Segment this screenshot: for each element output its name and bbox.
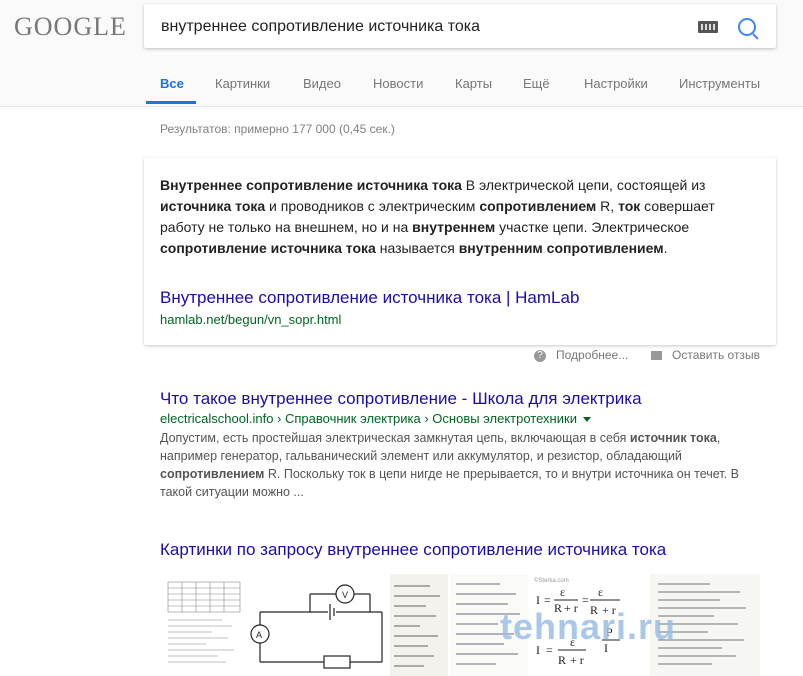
result-title[interactable]: Что такое внутреннее сопротивление - Шко…: [160, 389, 642, 409]
snippet-segment: .: [663, 240, 668, 256]
snippet-segment: внутреннем: [412, 219, 496, 235]
snippet-segment: Внутреннее сопротивление источника тока: [160, 177, 462, 193]
tab-news[interactable]: Новости: [373, 76, 423, 91]
result-description: Допустим, есть простейшая электрическая …: [160, 429, 770, 501]
svg-text:=: =: [544, 593, 551, 607]
snippet-text: Внутреннее сопротивление источника тока …: [160, 175, 750, 259]
feedback-link[interactable]: Оставить отзыв: [672, 348, 760, 368]
google-logo[interactable]: GOOGLE: [14, 12, 127, 42]
feedback-icon[interactable]: [651, 351, 662, 360]
tab-more[interactable]: Ещё: [523, 76, 550, 91]
tab-images[interactable]: Картинки: [215, 76, 270, 91]
active-tab-indicator: [146, 101, 196, 104]
snippet-segment: R,: [596, 198, 619, 214]
tab-settings[interactable]: Настройки: [584, 76, 648, 91]
snippet-segment: участке цепи. Электрическое: [495, 219, 690, 235]
svg-text:=: =: [582, 593, 589, 607]
header-bar: GOOGLE Все Картинки Видео Новости Карты …: [0, 0, 803, 107]
result-desc-segment: Допустим, есть простейшая электрическая …: [160, 431, 630, 445]
snippet-segment: внутренним сопротивлением: [458, 240, 664, 256]
result-desc-segment: сопротивлением: [160, 467, 265, 481]
tab-video[interactable]: Видео: [303, 76, 341, 91]
svg-text:A: A: [256, 630, 262, 640]
images-header[interactable]: Картинки по запросу внутреннее сопротивл…: [160, 540, 666, 560]
image-thumb-1[interactable]: [162, 574, 248, 676]
snippet-segment: источника тока: [160, 198, 266, 214]
featured-snippet: Внутреннее сопротивление источника тока …: [144, 158, 776, 345]
result-desc-segment: источник тока: [629, 431, 717, 445]
svg-text:+ r: + r: [570, 653, 584, 667]
search-icon[interactable]: [738, 18, 756, 36]
watermark: tehnari.ru: [500, 606, 677, 647]
result-stats: Результатов: примерно 177 000 (0,45 сек.…: [160, 122, 395, 136]
svg-text:ε: ε: [560, 585, 565, 599]
snippet-segment: ток: [618, 198, 641, 214]
svg-text:I: I: [536, 593, 540, 607]
svg-text:V: V: [342, 590, 348, 600]
image-thumb-3[interactable]: [390, 574, 448, 676]
snippet-segment: называется: [375, 240, 459, 256]
search-input[interactable]: [159, 4, 683, 50]
snippet-segment: и проводников с электрическим: [265, 198, 480, 214]
tab-all[interactable]: Все: [160, 76, 184, 91]
result-url-row: electricalschool.info › Справочник элект…: [160, 411, 591, 426]
tab-tools[interactable]: Инструменты: [679, 76, 760, 91]
snippet-url: hamlab.net/begun/vn_sopr.html: [160, 312, 342, 327]
formula-source: ©Sterka.com: [534, 577, 569, 584]
search-tabs: Все Картинки Видео Новости Карты Ещё Нас…: [0, 62, 803, 106]
svg-text:R: R: [558, 653, 566, 667]
keyboard-icon[interactable]: [698, 21, 718, 33]
more-link[interactable]: Подробнее...: [556, 348, 628, 368]
search-box[interactable]: [144, 4, 776, 50]
snippet-link[interactable]: Внутреннее сопротивление источника тока …: [160, 288, 579, 308]
snippet-segment: В электрической цепи, состоящей из: [461, 177, 706, 193]
snippet-segment: сопротивление источника тока: [160, 240, 376, 256]
snippet-segment: сопротивлением: [479, 198, 597, 214]
svg-text:ε: ε: [598, 585, 603, 599]
result-url: electricalschool.info › Справочник элект…: [160, 411, 577, 426]
url-dropdown-icon[interactable]: [582, 417, 591, 423]
image-thumb-2[interactable]: A V: [250, 574, 388, 676]
tab-maps[interactable]: Карты: [455, 76, 492, 91]
help-icon[interactable]: ?: [534, 350, 546, 362]
